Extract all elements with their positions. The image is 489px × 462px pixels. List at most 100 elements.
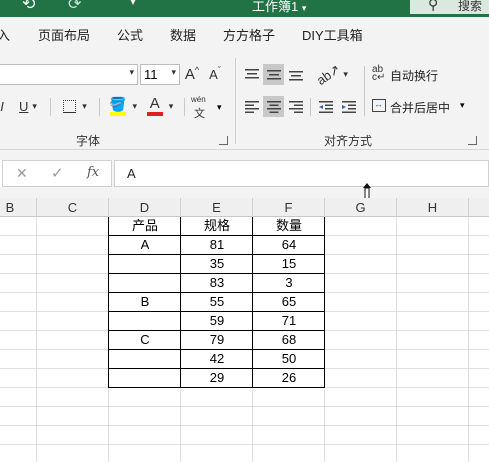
italic-button[interactable]: I [0, 96, 8, 116]
tab-diy-toolbox[interactable]: DIY工具箱 [302, 25, 363, 44]
tab-fangfang[interactable]: 方方格子 [223, 25, 275, 44]
table-cell[interactable]: 59 [181, 312, 253, 331]
orientation-button[interactable]: ab↗ ▾ [314, 61, 349, 88]
align-bottom-button[interactable] [285, 64, 306, 85]
align-center-button[interactable] [263, 96, 284, 117]
table-cell[interactable]: B [109, 293, 181, 312]
column-header-e[interactable]: E [181, 198, 253, 217]
check-icon[interactable]: ✓ [51, 164, 64, 182]
table-cell[interactable]: 42 [181, 350, 253, 369]
align-bottom-icon [288, 70, 303, 80]
chevron-down-icon: ▾ [171, 67, 176, 77]
table-cell[interactable]: 35 [181, 255, 253, 274]
phonetic-icon: 文 [194, 108, 205, 120]
column-header-d[interactable]: D [109, 198, 181, 217]
borders-button[interactable]: ▾ [57, 96, 93, 116]
align-left-button[interactable] [241, 96, 262, 117]
column-header-f[interactable]: F [253, 198, 325, 217]
wrap-text-icon: ab c↵ [372, 64, 386, 83]
table-cell[interactable]: A [109, 236, 181, 255]
tab-page-layout[interactable]: 页面布局 [38, 25, 90, 44]
table-cell[interactable] [109, 312, 181, 331]
align-left-icon [244, 100, 259, 113]
redo-icon[interactable]: ⟳ [68, 0, 81, 14]
table-cell[interactable]: 50 [253, 350, 325, 369]
decrease-indent-button[interactable] [315, 96, 336, 117]
function-icon[interactable]: fx [87, 165, 99, 180]
font-color-swatch [146, 112, 163, 116]
chevron-down-icon: ▾ [217, 102, 222, 112]
tab-data[interactable]: 数据 [170, 25, 196, 44]
formula-bar: ✕ ✓ fx A [0, 150, 489, 205]
merge-center-label: 合并后居中 [390, 101, 451, 115]
divider [50, 98, 51, 116]
tab-insert[interactable]: 入 [0, 25, 10, 44]
workbook-title[interactable]: 工作簿1 ▾ [252, 0, 306, 15]
table-cell[interactable]: 79 [181, 331, 253, 350]
merge-center-button[interactable]: ↔ 合并后居中 ▾ [370, 96, 470, 118]
phonetic-pinyin: wén [191, 95, 206, 104]
formula-input[interactable]: A [114, 160, 489, 187]
worksheet-grid[interactable]: B C D E F G H 产品 规格 数量 A 81 64 35 15 83 … [0, 198, 489, 462]
search-box[interactable]: ⚲ 搜索 [410, 0, 489, 14]
tab-formulas[interactable]: 公式 [117, 25, 143, 44]
column-header-g[interactable]: G [325, 198, 397, 217]
table-cell[interactable]: C [109, 331, 181, 350]
column-header-c[interactable]: C [37, 198, 109, 217]
column-header-b[interactable]: B [0, 198, 37, 217]
column-header-h[interactable]: H [397, 198, 469, 217]
table-header-spec[interactable]: 规格 [181, 217, 253, 236]
wrap-text-button[interactable]: ab c↵ 自动换行 [370, 64, 460, 86]
column-header-i[interactable] [469, 198, 489, 217]
caret-down-icon: ˇ [217, 65, 221, 75]
cancel-icon[interactable]: ✕ [16, 165, 28, 182]
table-cell[interactable]: 3 [253, 274, 325, 293]
title-bar: ⟲ ⟳ ▾ 工作簿1 ▾ ⚲ 搜索 [0, 0, 489, 17]
chevron-down-icon: ▾ [343, 69, 348, 79]
font-dialog-launcher-icon[interactable] [219, 136, 228, 145]
font-name-box[interactable]: ▾ [0, 64, 138, 85]
underline-button[interactable]: U ▾ [14, 96, 42, 116]
table-cell[interactable] [109, 350, 181, 369]
divider [99, 98, 100, 116]
table-cell[interactable]: 15 [253, 255, 325, 274]
increase-indent-button[interactable] [338, 96, 359, 117]
chevron-down-icon: ▾ [129, 67, 134, 77]
table-cell[interactable]: 64 [253, 236, 325, 255]
phonetic-button[interactable]: wén 文 ▾ [189, 95, 229, 120]
table-cell[interactable]: 65 [253, 293, 325, 312]
table-header-quantity[interactable]: 数量 [253, 217, 325, 236]
chevron-down-icon: ▾ [168, 100, 174, 111]
table-cell[interactable]: 68 [253, 331, 325, 350]
align-right-button[interactable] [285, 96, 306, 117]
table-cell[interactable] [109, 255, 181, 274]
ribbon: ▾ 11 ▾ A ^ Aˇ I U ▾ ▾ 🪣 ▾ A ▾ wén 文 ▾ 字体… [0, 52, 489, 150]
table-cell[interactable]: 55 [181, 293, 253, 312]
table-cell[interactable]: 81 [181, 236, 253, 255]
table-cell[interactable] [109, 274, 181, 293]
font-size-value: 11 [144, 67, 158, 82]
divider [310, 98, 311, 116]
font-size-box[interactable]: 11 ▾ [140, 64, 180, 85]
table-cell[interactable]: 26 [253, 369, 325, 388]
shrink-font-button[interactable]: Aˇ [205, 64, 225, 84]
chevron-down-icon: ▾ [460, 100, 465, 110]
fill-color-button[interactable]: 🪣 ▾ [104, 94, 142, 118]
table-cell[interactable] [109, 369, 181, 388]
grow-font-button[interactable]: A ^ [182, 64, 202, 84]
table-cell[interactable]: 83 [181, 274, 253, 293]
formula-bar-divider: ✕ ✓ fx [2, 160, 112, 187]
table-cell[interactable]: 29 [181, 369, 253, 388]
table-cell[interactable]: 71 [253, 312, 325, 331]
decrease-indent-icon [318, 100, 333, 113]
align-top-button[interactable] [241, 64, 262, 85]
align-middle-button[interactable] [263, 64, 284, 85]
font-color-button[interactable]: A ▾ [142, 94, 178, 118]
customize-qat-icon[interactable]: ▾ [130, 0, 136, 8]
table-header-product[interactable]: 产品 [109, 217, 181, 236]
undo-icon[interactable]: ⟲ [22, 0, 35, 14]
chevron-down-icon: ▾ [132, 100, 137, 111]
grow-font-icon: A [184, 65, 195, 83]
alignment-dialog-launcher-icon[interactable] [468, 136, 477, 145]
alignment-group-label: 对齐方式 [324, 134, 373, 148]
